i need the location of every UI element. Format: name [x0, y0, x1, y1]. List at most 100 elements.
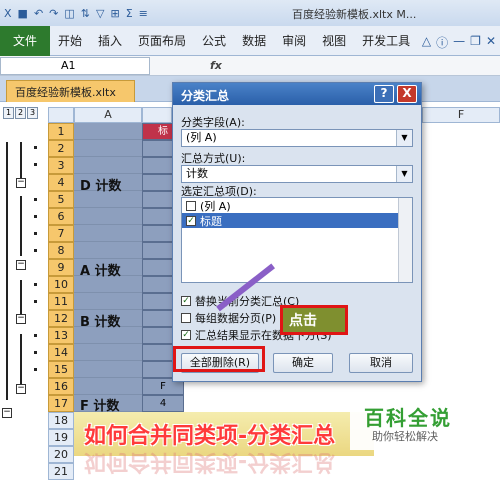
row-header[interactable]: 20 — [48, 446, 74, 463]
workbook-tab[interactable]: 百度经验新模板.xltx — [6, 80, 135, 102]
chevron-down-icon[interactable]: ▼ — [396, 130, 412, 146]
row-header[interactable]: 14 — [48, 344, 74, 361]
column-header-f[interactable]: F — [422, 107, 500, 123]
save-icon[interactable]: ■ — [18, 7, 28, 20]
tab-review[interactable]: 审阅 — [274, 32, 314, 49]
select-all-corner[interactable] — [48, 107, 74, 123]
outline-dot — [34, 163, 37, 166]
row-header[interactable]: 16 — [48, 378, 74, 395]
tab-formulas[interactable]: 公式 — [194, 32, 234, 49]
method-label: 汇总方式(U): — [181, 152, 246, 165]
watermark-title: 百科全说 — [364, 406, 452, 430]
banner-reflection: 如何合并同类项-分类汇总 — [84, 449, 336, 474]
tab-file[interactable]: 文件 — [0, 25, 50, 56]
checkbox[interactable] — [181, 313, 191, 323]
checkbox[interactable]: ✓ — [181, 296, 191, 306]
row-header[interactable]: 8 — [48, 242, 74, 259]
chevron-down-icon[interactable]: ▼ — [396, 166, 412, 182]
outline-level-2[interactable]: 2 — [15, 107, 26, 119]
items-list[interactable]: (列 A) ✓ 标题 — [181, 197, 413, 283]
list-item-label: 标题 — [200, 214, 222, 228]
row-header[interactable]: 2 — [48, 140, 74, 157]
group-label: A 计数 — [80, 264, 121, 279]
row-header[interactable]: 15 — [48, 361, 74, 378]
border-icon[interactable]: ⊞ — [110, 7, 119, 20]
outline-dot — [34, 249, 37, 252]
tab-developer[interactable]: 开发工具 — [354, 32, 418, 49]
collapse-icon[interactable]: − — [16, 178, 26, 188]
outline-dot — [34, 198, 37, 201]
row-header[interactable]: 18 — [48, 412, 74, 429]
checkbox[interactable]: ✓ — [186, 215, 196, 226]
row-header[interactable]: 12 — [48, 310, 74, 327]
option-label: 每组数据分页(P) — [195, 312, 277, 325]
subtotal-dialog: 分类汇总 ? X 分类字段(A): (列 A) ▼ 汇总方式(U): 计数 ▼ … — [172, 82, 422, 382]
row-header[interactable]: 1 — [48, 123, 74, 140]
row-header[interactable]: 7 — [48, 225, 74, 242]
outline-level-1[interactable]: 1 — [3, 107, 14, 119]
row-header[interactable]: 17 — [48, 395, 74, 412]
row-header[interactable]: 13 — [48, 327, 74, 344]
watermark: 百科全说 助你轻松解决 — [350, 400, 500, 450]
collapse-icon[interactable]: − — [2, 408, 12, 418]
outline-gutter: − − − − − — [0, 122, 48, 462]
column-header-a[interactable]: A — [74, 107, 142, 123]
ok-button[interactable]: 确定 — [273, 353, 333, 373]
row-header[interactable]: 19 — [48, 429, 74, 446]
outline-dot — [34, 146, 37, 149]
help-icon[interactable]: ⓘ — [436, 34, 448, 51]
cancel-button[interactable]: 取消 — [349, 353, 413, 373]
undo-icon[interactable]: ↶ — [34, 7, 43, 20]
option-page-break[interactable]: 每组数据分页(P) — [181, 310, 276, 326]
tab-data[interactable]: 数据 — [234, 32, 274, 49]
tab-page-layout[interactable]: 页面布局 — [130, 32, 194, 49]
sum-icon[interactable]: Σ — [126, 7, 133, 20]
tab-insert[interactable]: 插入 — [90, 32, 130, 49]
name-box[interactable]: A1 — [0, 56, 150, 75]
outline-dot — [34, 232, 37, 235]
dialog-title: 分类汇总 — [181, 89, 230, 103]
outline-bracket — [6, 142, 8, 400]
dialog-help-button[interactable]: ? — [374, 85, 394, 103]
method-select[interactable]: 计数 ▼ — [181, 165, 413, 183]
print-preview-icon[interactable]: ◫ — [64, 7, 74, 20]
outline-dot — [34, 283, 37, 286]
filter-icon[interactable]: ▽ — [96, 7, 104, 20]
ribbon-collapse-icon[interactable]: △ — [422, 34, 431, 51]
align-icon[interactable]: ≡ — [139, 7, 148, 20]
watermark-subtitle: 助你轻松解决 — [372, 430, 438, 443]
outline-dot — [34, 334, 37, 337]
field-select[interactable]: (列 A) ▼ — [181, 129, 413, 147]
cell-b[interactable]: 4 — [142, 395, 184, 412]
list-item[interactable]: (列 A) — [182, 198, 412, 213]
outline-level-buttons: 1 2 3 — [0, 107, 38, 121]
row-header[interactable]: 9 — [48, 259, 74, 276]
outline-level-3[interactable]: 3 — [27, 107, 38, 119]
column-header-b[interactable] — [142, 107, 172, 123]
row-header[interactable]: 5 — [48, 191, 74, 208]
dialog-close-button[interactable]: X — [397, 85, 417, 103]
row-header[interactable]: 10 — [48, 276, 74, 293]
checkbox[interactable] — [186, 200, 196, 211]
close-icon[interactable]: ✕ — [486, 34, 496, 51]
collapse-icon[interactable]: − — [16, 314, 26, 324]
row-header[interactable]: 6 — [48, 208, 74, 225]
collapse-icon[interactable]: − — [16, 260, 26, 270]
row-header[interactable]: 4 — [48, 174, 74, 191]
row-header[interactable]: 11 — [48, 293, 74, 310]
tab-view[interactable]: 视图 — [314, 32, 354, 49]
dialog-title-bar: 分类汇总 ? X — [173, 83, 421, 105]
minimize-icon[interactable]: — — [453, 34, 465, 51]
collapse-icon[interactable]: − — [16, 384, 26, 394]
window-title: 百度经验新模板.xltx M... — [292, 8, 417, 21]
list-item[interactable]: ✓ 标题 — [182, 213, 412, 228]
list-item-label: (列 A) — [200, 199, 231, 213]
list-scrollbar[interactable] — [398, 198, 412, 282]
sort-icon[interactable]: ⇅ — [81, 7, 90, 20]
fx-icon[interactable]: fx — [210, 59, 222, 72]
row-header[interactable]: 3 — [48, 157, 74, 174]
restore-icon[interactable]: ❐ — [470, 34, 481, 51]
checkbox[interactable]: ✓ — [181, 330, 191, 340]
redo-icon[interactable]: ↷ — [49, 7, 58, 20]
tab-home[interactable]: 开始 — [50, 32, 90, 49]
